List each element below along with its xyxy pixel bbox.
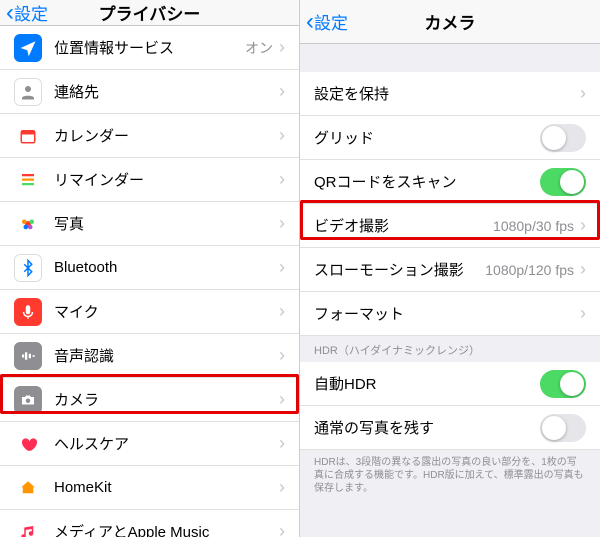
chevron-right-icon: ›	[279, 257, 285, 278]
row-label: Bluetooth	[54, 259, 277, 276]
privacy-row-contacts[interactable]: 連絡先›	[0, 70, 299, 114]
row-label: リマインダー	[54, 169, 277, 190]
chevron-right-icon: ›	[279, 169, 285, 190]
back-label: 設定	[14, 0, 48, 25]
row-label: マイク	[54, 301, 277, 322]
chevron-left-icon: ‹	[6, 1, 14, 25]
chevron-right-icon: ›	[279, 345, 285, 366]
chevron-right-icon: ›	[279, 81, 285, 102]
chevron-right-icon: ›	[279, 37, 285, 58]
privacy-row-homekit[interactable]: HomeKit›	[0, 466, 299, 510]
privacy-row-camera[interactable]: カメラ›	[0, 378, 299, 422]
row-label: HomeKit	[54, 479, 277, 496]
toggle-switch[interactable]	[540, 414, 586, 442]
music-icon	[14, 518, 42, 537]
chevron-right-icon: ›	[580, 83, 586, 104]
chevron-right-icon: ›	[279, 301, 285, 322]
privacy-row-reminders[interactable]: リマインダー›	[0, 158, 299, 202]
row-label: グリッド	[314, 127, 540, 148]
photos-icon	[14, 210, 42, 238]
camera-group-2: 自動HDR 通常の写真を残す	[300, 362, 600, 450]
hdr-section-header: HDR（ハイダイナミックレンジ）	[300, 336, 600, 362]
speech-icon	[14, 342, 42, 370]
privacy-row-music[interactable]: メディアとApple Music›	[0, 510, 299, 537]
chevron-right-icon: ›	[279, 477, 285, 498]
toggle-switch[interactable]	[540, 124, 586, 152]
privacy-row-health[interactable]: ヘルスケア›	[0, 422, 299, 466]
chevron-right-icon: ›	[279, 213, 285, 234]
navbar-camera: ‹ 設定 カメラ	[300, 0, 600, 44]
row-label: フォーマット	[314, 303, 578, 324]
camera-row[interactable]: 設定を保持›	[300, 72, 600, 116]
row-label: ビデオ撮影	[314, 215, 493, 236]
row-label: 通常の写真を残す	[314, 417, 540, 438]
camera-row[interactable]: フォーマット›	[300, 292, 600, 336]
contacts-icon	[14, 78, 42, 106]
row-value: オン	[245, 38, 273, 58]
camera-row[interactable]: ビデオ撮影1080p/30 fps ›	[300, 204, 600, 248]
location-icon	[14, 34, 42, 62]
row-label: 設定を保持	[314, 83, 578, 104]
row-label: 写真	[54, 213, 277, 234]
calendar-icon	[14, 122, 42, 150]
row-label: QRコードをスキャン	[314, 171, 540, 192]
row-label: 位置情報サービス	[54, 37, 245, 58]
privacy-row-mic[interactable]: マイク›	[0, 290, 299, 334]
privacy-row-bluetooth[interactable]: Bluetooth›	[0, 246, 299, 290]
chevron-right-icon: ›	[580, 303, 586, 324]
chevron-left-icon: ‹	[306, 10, 314, 34]
chevron-right-icon: ›	[580, 259, 586, 280]
privacy-list: 位置情報サービスオン›連絡先›カレンダー›リマインダー›写真›Bluetooth…	[0, 26, 299, 537]
row-label: 連絡先	[54, 81, 277, 102]
camera-row: 自動HDR	[300, 362, 600, 406]
camera-row: 通常の写真を残す	[300, 406, 600, 450]
row-label: 音声認識	[54, 345, 277, 366]
camera-row: グリッド	[300, 116, 600, 160]
chevron-right-icon: ›	[279, 521, 285, 537]
row-label: カメラ	[54, 389, 277, 410]
row-value: 1080p/30 fps	[493, 218, 574, 234]
hdr-section-footer: HDRは、3段階の異なる露出の写真の良い部分を、1枚の写真に合成する機能です。H…	[300, 450, 600, 505]
row-label: メディアとApple Music	[54, 521, 277, 537]
camera-row[interactable]: スローモーション撮影1080p/120 fps ›	[300, 248, 600, 292]
toggle-switch[interactable]	[540, 370, 586, 398]
row-label: カレンダー	[54, 125, 277, 146]
chevron-right-icon: ›	[580, 215, 586, 236]
row-value: 1080p/120 fps	[485, 262, 574, 278]
privacy-screen: ‹ 設定 プライバシー 位置情報サービスオン›連絡先›カレンダー›リマインダー›…	[0, 0, 300, 537]
row-label: ヘルスケア	[54, 433, 277, 454]
camera-group-1: 設定を保持›グリッドQRコードをスキャンビデオ撮影1080p/30 fps›スロ…	[300, 72, 600, 336]
back-button[interactable]: ‹ 設定	[306, 9, 348, 34]
privacy-row-calendar[interactable]: カレンダー›	[0, 114, 299, 158]
row-label: スローモーション撮影	[314, 259, 485, 280]
mic-icon	[14, 298, 42, 326]
privacy-row-photos[interactable]: 写真›	[0, 202, 299, 246]
reminders-icon	[14, 166, 42, 194]
camera-icon	[14, 386, 42, 414]
camera-screen: ‹ 設定 カメラ 設定を保持›グリッドQRコードをスキャンビデオ撮影1080p/…	[300, 0, 600, 537]
privacy-row-location[interactable]: 位置情報サービスオン ›	[0, 26, 299, 70]
camera-row: QRコードをスキャン	[300, 160, 600, 204]
health-icon	[14, 430, 42, 458]
chevron-right-icon: ›	[279, 389, 285, 410]
toggle-switch[interactable]	[540, 168, 586, 196]
homekit-icon	[14, 474, 42, 502]
row-label: 自動HDR	[314, 373, 540, 394]
back-button[interactable]: ‹ 設定	[6, 0, 48, 25]
privacy-row-speech[interactable]: 音声認識›	[0, 334, 299, 378]
bluetooth-icon	[14, 254, 42, 282]
chevron-right-icon: ›	[279, 433, 285, 454]
back-label: 設定	[314, 9, 348, 34]
navbar-privacy: ‹ 設定 プライバシー	[0, 0, 299, 26]
chevron-right-icon: ›	[279, 125, 285, 146]
